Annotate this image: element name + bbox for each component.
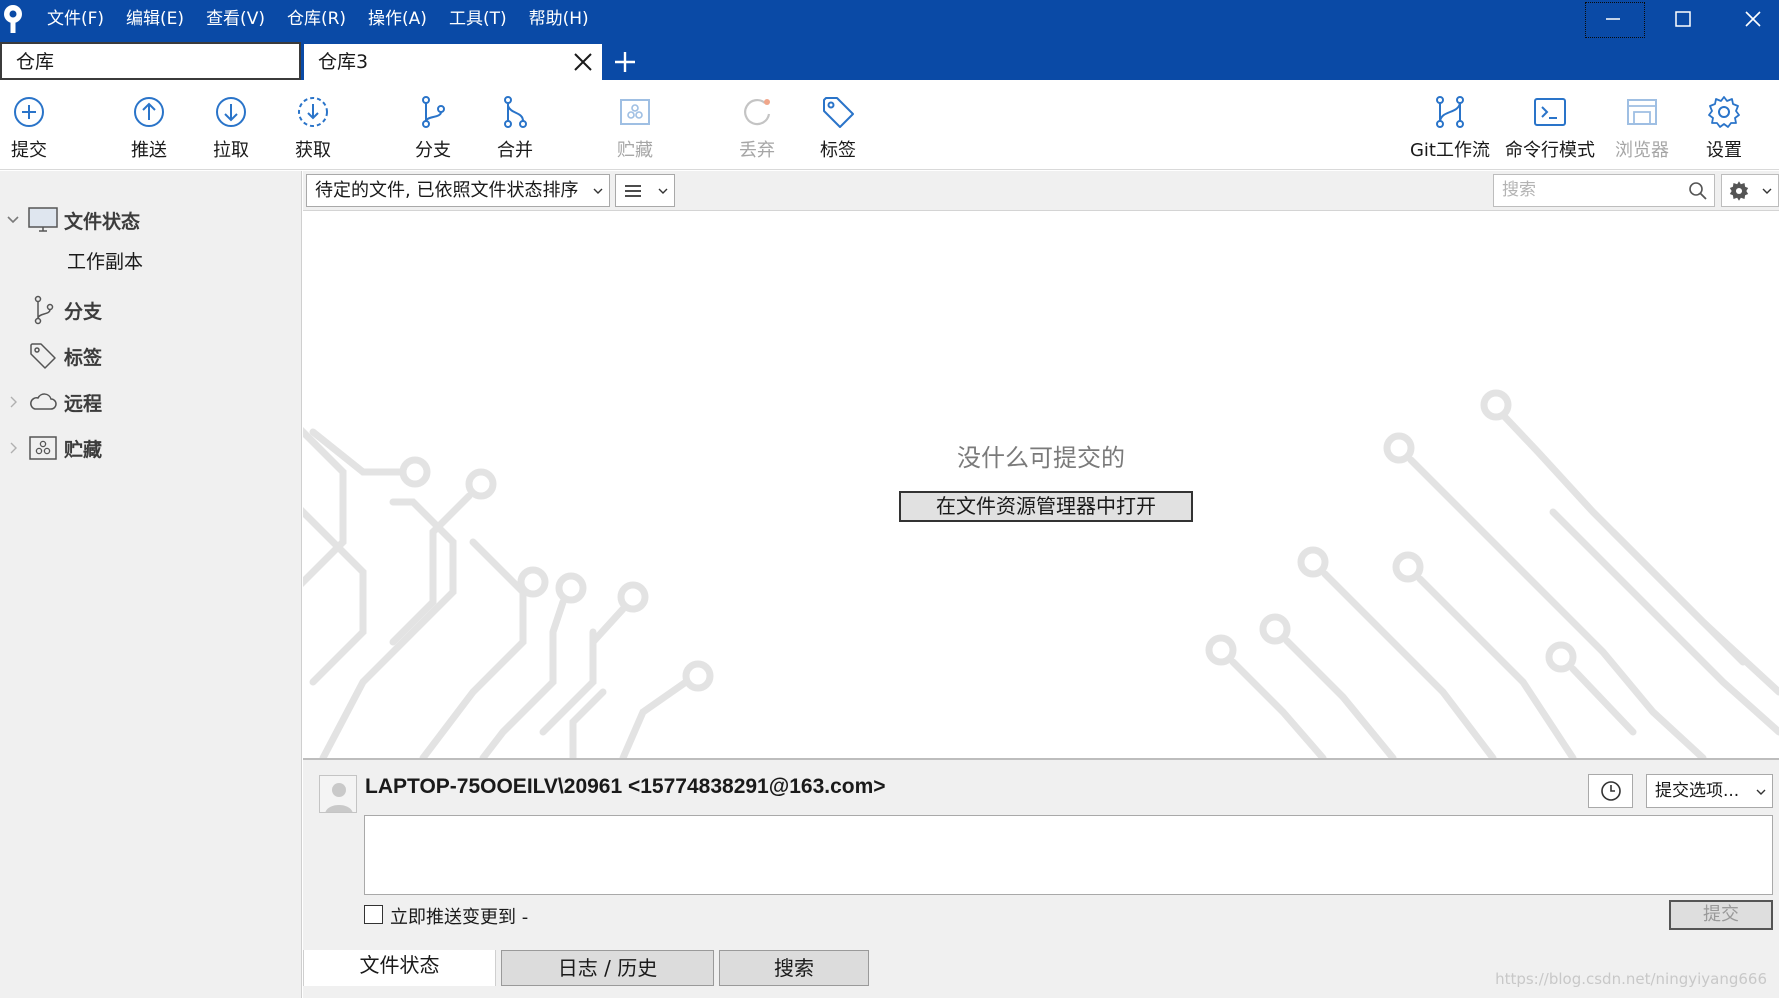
chevron-down-icon (1762, 188, 1772, 194)
commit-options-label: 提交选项... (1655, 781, 1740, 801)
menu-help[interactable]: 帮助(H) (518, 0, 600, 38)
merge-icon (504, 96, 527, 128)
close-window-button[interactable] (1718, 0, 1779, 38)
close-icon (1745, 11, 1761, 27)
filter-options-button[interactable] (1721, 174, 1779, 207)
chevron-right-icon[interactable] (6, 441, 20, 455)
tab-repo3[interactable]: 仓库3 (304, 42, 602, 80)
sort-dropdown[interactable]: 待定的文件, 已依照文件状态排序 (306, 174, 610, 207)
open-in-explorer-button[interactable]: 在文件资源管理器中打开 (899, 491, 1193, 522)
discard-button[interactable]: 丢弃 (712, 80, 802, 168)
fetch-icon (298, 97, 328, 127)
search-placeholder: 搜索 (1502, 180, 1536, 200)
tab-close-icon[interactable] (572, 51, 594, 73)
settings-button[interactable]: 设置 (1679, 80, 1769, 168)
title-bar: 文件(F) 编辑(E) 查看(V) 仓库(R) 操作(A) 工具(T) 帮助(H… (0, 0, 1779, 80)
chevron-down-icon (1756, 789, 1766, 795)
sourcetree-logo-icon (4, 5, 22, 33)
bottom-tab-bar: 文件状态 日志 / 历史 搜索 https://blog.csdn.net/ni… (303, 948, 1779, 998)
browser-button[interactable]: 浏览器 (1597, 80, 1687, 168)
gitflow-icon (1436, 96, 1464, 128)
push-button[interactable]: 推送 (104, 80, 194, 168)
clock-icon (1601, 781, 1621, 801)
sidebar-item-stashes[interactable]: 贮藏 (0, 428, 300, 468)
tab-log-history[interactable]: 日志 / 历史 (501, 950, 714, 986)
monitor-icon (28, 207, 58, 232)
stash-icon (620, 99, 650, 125)
tab-repo[interactable]: 仓库 (0, 42, 301, 80)
sidebar-item-file-status[interactable]: 文件状态 (0, 200, 300, 240)
menu-bar: 文件(F) 编辑(E) 查看(V) 仓库(R) 操作(A) 工具(T) 帮助(H… (36, 0, 600, 38)
commit-submit-button[interactable]: 提交 (1669, 900, 1773, 930)
empty-state-message: 没什么可提交的 (957, 444, 1125, 472)
terminal-button[interactable]: 命令行模式 (1505, 80, 1595, 168)
discard-icon (744, 98, 771, 126)
menu-tools[interactable]: 工具(T) (438, 0, 518, 38)
commit-options-dropdown[interactable]: 提交选项... (1646, 774, 1773, 808)
add-tab-icon[interactable] (613, 50, 637, 74)
toolbar: 提交 推送 拉取 获取 分支 合并 贮藏 丢弃 标签 Git工作流 命令行模式 (0, 80, 1779, 170)
commit-icon (14, 97, 44, 127)
watermark: https://blog.csdn.net/ningyiyang666 (1495, 970, 1767, 988)
merge-button[interactable]: 合并 (470, 80, 560, 168)
circuit-background-decoration (303, 389, 1779, 758)
pull-icon (216, 97, 246, 127)
tab-file-status[interactable]: 文件状态 (303, 950, 496, 986)
search-icon (1689, 182, 1707, 200)
push-immediately-label: 立即推送变更到 - (390, 907, 529, 928)
view-mode-dropdown[interactable] (615, 174, 675, 207)
commit-message-input[interactable] (364, 815, 1773, 895)
fetch-button[interactable]: 获取 (268, 80, 358, 168)
pull-button[interactable]: 拉取 (186, 80, 276, 168)
user-avatar-icon (320, 776, 356, 812)
tag-icon (823, 97, 854, 128)
gear-icon (1708, 96, 1740, 128)
stash-icon (29, 436, 57, 460)
menu-repository[interactable]: 仓库(R) (276, 0, 357, 38)
terminal-icon (1534, 98, 1566, 126)
menu-actions[interactable]: 操作(A) (357, 0, 438, 38)
filter-bar: 待定的文件, 已依照文件状态排序 搜索 (303, 171, 1779, 211)
gitflow-button[interactable]: Git工作流 (1405, 80, 1495, 168)
menu-view[interactable]: 查看(V) (195, 0, 276, 38)
menu-file[interactable]: 文件(F) (36, 0, 115, 38)
sidebar: 文件状态 工作副本 分支 标签 远程 贮藏 (0, 171, 302, 998)
chevron-down-icon[interactable] (6, 213, 20, 227)
cloud-icon (30, 393, 57, 410)
minimize-button[interactable] (1578, 0, 1648, 38)
main-panel: 待定的文件, 已依照文件状态排序 搜索 没什么可提交的 在文件资源管理器中打开 … (303, 171, 1779, 998)
sidebar-item-remotes[interactable]: 远程 (0, 382, 300, 422)
menu-edit[interactable]: 编辑(E) (115, 0, 195, 38)
maximize-button[interactable] (1648, 0, 1718, 38)
push-icon (134, 97, 164, 127)
commit-author: LAPTOP-75OOEILV\20961 <15774838291@163.c… (365, 775, 886, 798)
tag-button[interactable]: 标签 (793, 80, 883, 168)
sidebar-item-tags[interactable]: 标签 (0, 336, 300, 376)
focus-frame (1585, 2, 1645, 38)
commit-button[interactable]: 提交 (0, 80, 74, 168)
list-view-icon (625, 185, 641, 197)
commit-history-button[interactable] (1588, 774, 1633, 808)
tag-icon (30, 343, 56, 369)
chevron-down-icon (658, 188, 668, 194)
branch-icon (422, 96, 445, 128)
branch-icon (34, 295, 54, 325)
browser-icon (1627, 99, 1657, 125)
stash-button[interactable]: 贮藏 (590, 80, 680, 168)
tab-search[interactable]: 搜索 (719, 950, 869, 986)
sidebar-item-working-copy[interactable]: 工作副本 (0, 240, 300, 280)
sidebar-item-branches[interactable]: 分支 (0, 290, 300, 330)
sort-dropdown-value: 待定的文件, 已依照文件状态排序 (315, 180, 579, 201)
chevron-down-icon (593, 188, 603, 194)
push-immediately-checkbox[interactable] (364, 905, 383, 924)
maximize-icon (1675, 11, 1691, 27)
avatar (319, 775, 357, 813)
branch-button[interactable]: 分支 (388, 80, 478, 168)
chevron-right-icon[interactable] (6, 395, 20, 409)
pending-files-area: 没什么可提交的 在文件资源管理器中打开 (303, 212, 1779, 758)
gear-icon (1729, 181, 1749, 201)
search-input[interactable]: 搜索 (1493, 174, 1715, 207)
